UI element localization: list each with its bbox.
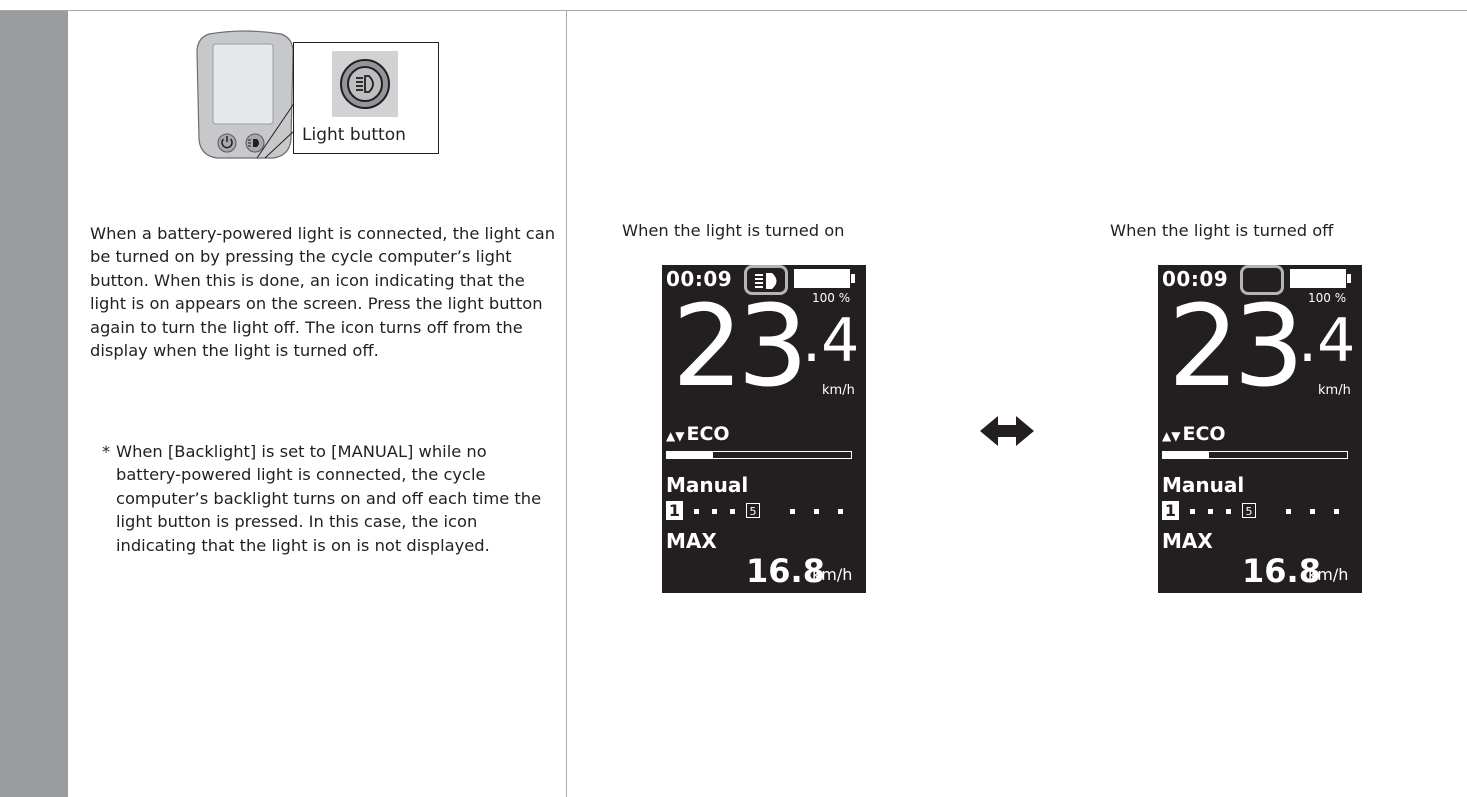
current-gear: 1 — [666, 501, 683, 520]
gear-dot — [730, 509, 735, 514]
assist-level-bar — [1162, 451, 1348, 459]
battery-tip — [1347, 274, 1351, 283]
max-speed-label: MAX — [666, 529, 717, 553]
current-gear: 1 — [1162, 501, 1179, 520]
gear-dot — [1334, 509, 1339, 514]
description-text: When a battery-powered light is connecte… — [90, 224, 556, 361]
double-arrow-icon — [980, 416, 1034, 446]
battery-percentage: 100 % — [812, 291, 851, 305]
column-divider — [566, 11, 567, 797]
gear-dot — [1190, 509, 1195, 514]
assist-mode: ▲▼ ECO — [666, 423, 730, 445]
note: * When [Backlight] is set to [MANUAL] wh… — [102, 440, 554, 557]
gear-marker: 5 — [1242, 503, 1256, 518]
max-speed-label: MAX — [1162, 529, 1213, 553]
gear-dot — [694, 509, 699, 514]
speed-integer: 23 — [672, 282, 808, 412]
speed-unit: km/h — [822, 383, 855, 398]
max-speed-unit: km/h — [812, 565, 853, 584]
gear-dot — [1286, 509, 1291, 514]
note-marker: * — [102, 442, 111, 461]
battery-percentage: 100 % — [1308, 291, 1347, 305]
speed-unit: km/h — [1318, 383, 1351, 398]
assist-level-fill — [667, 452, 713, 458]
gear-dot — [814, 509, 819, 514]
assist-mode-label: ECO — [1182, 423, 1226, 445]
light-button-icon — [340, 59, 390, 109]
top-rule — [0, 10, 1467, 11]
gear-dot — [1208, 509, 1213, 514]
max-speed-unit: km/h — [1308, 565, 1349, 584]
light-button-label: Light button — [302, 125, 406, 145]
note-text: When [Backlight] is set to [MANUAL] whil… — [116, 442, 542, 555]
gear-dot — [1226, 509, 1231, 514]
shift-mode: Manual — [666, 473, 749, 497]
display-light-off: 00:09 100 % 23 .4 km/h ▲▼ ECO Manual 1 5 … — [1158, 265, 1362, 593]
gear-dot — [712, 509, 717, 514]
display-light-on: 00:09 100 % 23 .4 km/h ▲▼ ECO Manual 1 5 … — [662, 265, 866, 593]
assist-mode-label: ECO — [686, 423, 730, 445]
gear-dot — [790, 509, 795, 514]
caption-light-on: When the light is turned on — [622, 221, 845, 240]
speed-decimal: .4 — [802, 306, 860, 376]
speed-decimal: .4 — [1298, 306, 1356, 376]
gear-indicator: 1 5 — [666, 501, 866, 521]
description-paragraph: When a battery-powered light is connecte… — [90, 222, 556, 362]
gear-marker: 5 — [746, 503, 760, 518]
speed-integer: 23 — [1168, 282, 1304, 412]
shift-mode: Manual — [1162, 473, 1245, 497]
mode-arrows-icon: ▲▼ — [666, 429, 685, 443]
gear-dot — [1310, 509, 1315, 514]
gear-dot — [838, 509, 843, 514]
light-button-callout: Light button — [293, 42, 439, 154]
caption-light-off: When the light is turned off — [1110, 221, 1334, 240]
side-bar — [0, 11, 68, 797]
callout-button-background — [332, 51, 398, 117]
assist-level-bar — [666, 451, 852, 459]
battery-tip — [851, 274, 855, 283]
gear-indicator: 1 5 — [1162, 501, 1362, 521]
assist-mode: ▲▼ ECO — [1162, 423, 1226, 445]
mode-arrows-icon: ▲▼ — [1162, 429, 1181, 443]
assist-level-fill — [1163, 452, 1209, 458]
